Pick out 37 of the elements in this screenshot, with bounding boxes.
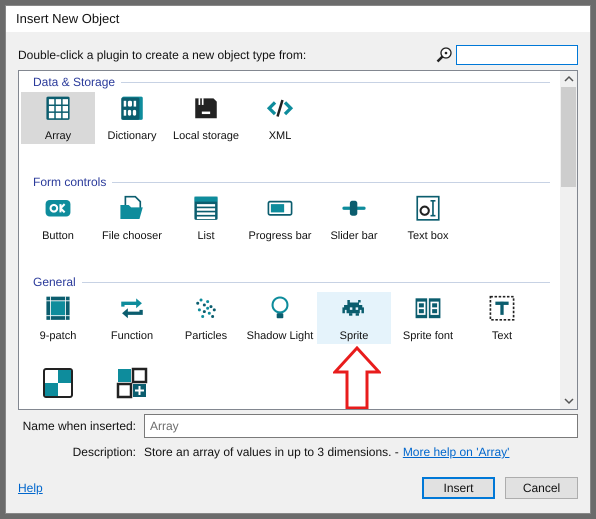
scroll-thumb[interactable] bbox=[561, 87, 576, 187]
arrow-annotation bbox=[333, 346, 381, 409]
plugin-item[interactable]: Array bbox=[21, 92, 95, 144]
plugin-item[interactable]: Dictionary bbox=[95, 92, 169, 144]
category-heading: Form controls bbox=[33, 174, 106, 191]
plugin-item[interactable]: Sprite font bbox=[391, 292, 465, 344]
plugin-item[interactable]: XML bbox=[243, 92, 317, 144]
dialog-button[interactable]: Cancel bbox=[505, 477, 578, 499]
category-heading: Data & Storage bbox=[33, 74, 116, 91]
description-text: Store an array of values in up to 3 dimensions. - bbox=[144, 444, 399, 461]
plugin-item[interactable]: Button bbox=[21, 192, 95, 244]
plugin-item[interactable]: Text bbox=[465, 292, 539, 344]
help-link[interactable]: Help bbox=[18, 479, 43, 497]
plugin-item[interactable]: Particles bbox=[169, 292, 243, 344]
help-link[interactable]: More help on 'Array' bbox=[402, 443, 510, 461]
checker-tile-icon bbox=[42, 367, 74, 399]
plugin-item[interactable]: 9-patch bbox=[21, 292, 95, 344]
plugin-item[interactable]: Local storage bbox=[169, 92, 243, 144]
search-field[interactable] bbox=[456, 45, 578, 65]
plugin-item[interactable]: Text box bbox=[391, 192, 465, 244]
prompt-text: Double-click a plugin to create a new object type from: bbox=[18, 47, 306, 64]
plugin-item[interactable]: File chooser bbox=[95, 192, 169, 244]
name-label: Name when inserted: bbox=[22, 418, 137, 435]
tile-squares-icon bbox=[116, 367, 148, 399]
category-heading: General bbox=[33, 274, 76, 291]
dialog-button[interactable]: Insert bbox=[422, 477, 495, 499]
plugin-item[interactable]: Function bbox=[95, 292, 169, 344]
description-label: Description: bbox=[72, 444, 137, 461]
plugin-item[interactable]: List bbox=[169, 192, 243, 244]
plugin-item[interactable]: Progress bar bbox=[243, 192, 317, 244]
scrollbar[interactable] bbox=[560, 71, 577, 409]
plugin-item[interactable]: Shadow Light bbox=[243, 292, 317, 344]
plugin-item[interactable]: Sprite bbox=[317, 292, 391, 344]
plugin-item[interactable]: Slider bar bbox=[317, 192, 391, 244]
search-icon bbox=[436, 47, 452, 63]
name-field[interactable]: Array bbox=[144, 414, 578, 438]
window-title: Insert New Object bbox=[16, 10, 120, 28]
